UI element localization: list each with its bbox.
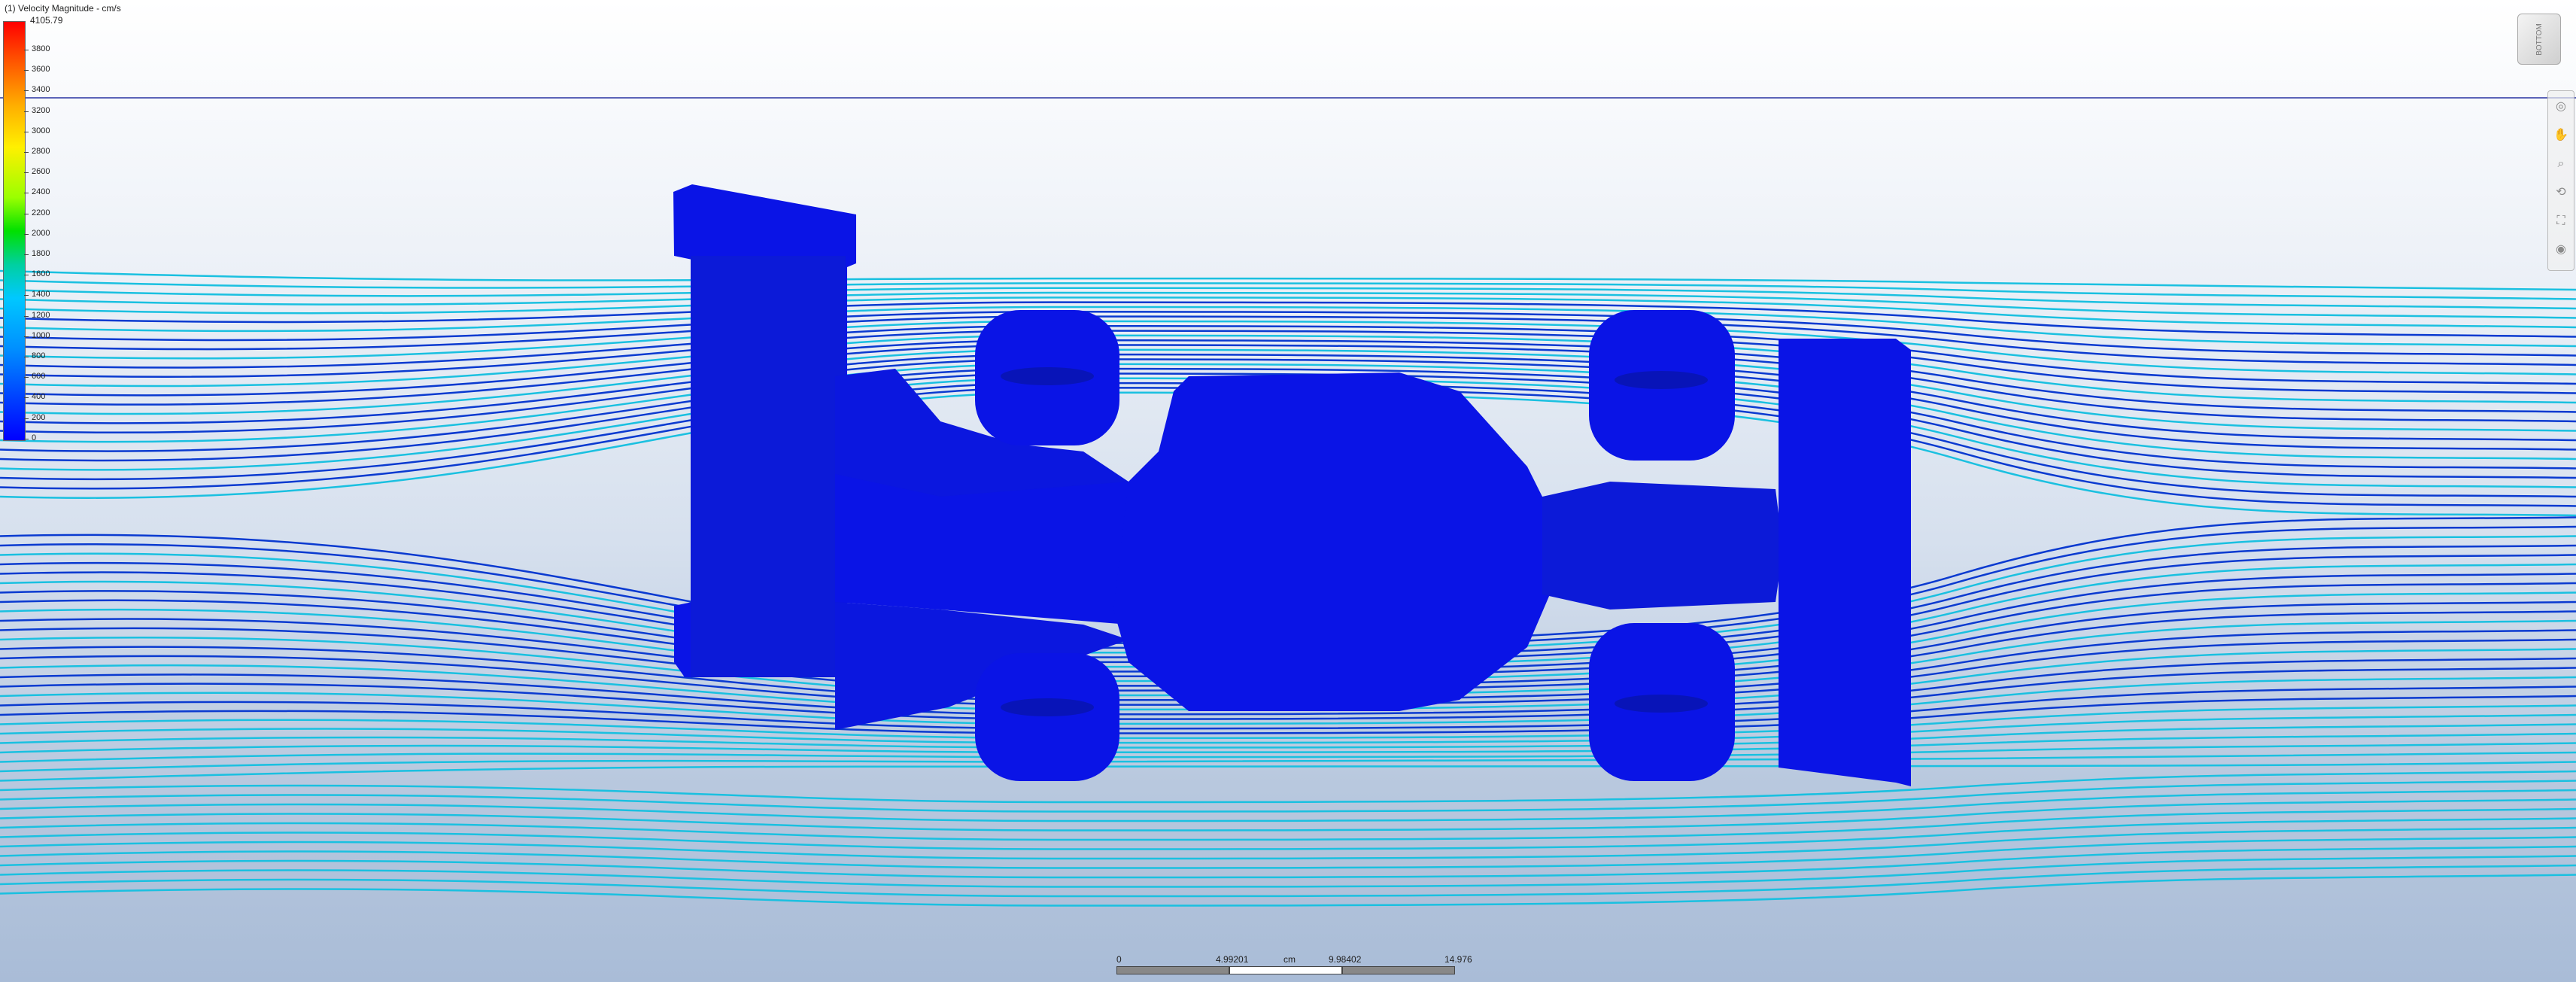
legend-tick-mark — [24, 418, 29, 419]
view-cube-face-label: BOTTOM — [2535, 23, 2544, 56]
front-right-wheel — [975, 653, 1119, 781]
fit-icon[interactable]: ⛶ — [2553, 213, 2569, 230]
legend-tick-label: 2800 — [32, 147, 50, 156]
legend-tick-label: 3800 — [32, 44, 50, 53]
legend-tick-label: 0 — [32, 433, 37, 442]
navigation-bar: ◎ ✋ ⌕ ⟲ ⛶ ◉ — [2547, 90, 2574, 271]
orbit-icon[interactable]: ⟲ — [2553, 184, 2569, 201]
view-cube-icon[interactable]: BOTTOM — [2517, 14, 2561, 65]
legend-tick-label: 1600 — [32, 269, 50, 279]
legend-tick-mark — [24, 233, 29, 235]
scale-bar: 0 4.99201 cm 9.98402 14.976 — [1116, 954, 1472, 977]
legend-tick-label: 800 — [32, 351, 46, 360]
legend-tick-label: 2400 — [32, 187, 50, 197]
legend-max-label: 4105.79 — [30, 15, 63, 26]
legend-tick-label: 3200 — [32, 105, 50, 115]
legend-tick-mark — [24, 172, 29, 174]
horizon-line — [0, 97, 2576, 99]
legend-tick-label: 600 — [32, 372, 46, 382]
legend-tick-mark — [24, 377, 29, 379]
scale-segment-1 — [1116, 966, 1229, 974]
front-wing-flap — [691, 256, 846, 677]
legend-tick-label: 200 — [32, 412, 46, 422]
legend-tick-label: 2200 — [32, 208, 50, 217]
rear-left-wheel — [1589, 310, 1735, 461]
scale-label-0: 0 — [1116, 954, 1122, 965]
car-model[interactable] — [673, 184, 1911, 786]
scale-unit: cm — [1283, 954, 1296, 965]
legend-tick-mark — [24, 295, 29, 296]
legend-tick-label: 3000 — [32, 126, 50, 135]
legend-tick-mark — [24, 152, 29, 153]
zoom-icon[interactable]: ⌕ — [2553, 156, 2569, 172]
legend-tick-label: 3400 — [32, 85, 50, 95]
streamline — [0, 751, 2576, 773]
scale-label-2: 9.98402 — [1329, 954, 1362, 965]
rear-right-wheel — [1589, 623, 1735, 781]
chassis — [1113, 372, 1550, 711]
legend-tick-label: 400 — [32, 392, 46, 402]
legend-tick-label: 3600 — [32, 65, 50, 74]
pan-icon[interactable]: ✋ — [2553, 127, 2569, 144]
legend-tick-mark — [24, 111, 29, 112]
simulation-scene — [0, 184, 2576, 907]
legend-tick-mark — [24, 70, 29, 71]
streamline — [0, 311, 2576, 357]
steering-wheel-icon[interactable]: ◎ — [2553, 99, 2569, 115]
legend-tick-label: 2000 — [32, 228, 50, 238]
cfd-viewport[interactable]: (1) Velocity Magnitude - cm/s 4105.79 38… — [0, 0, 2576, 982]
scale-segment-2 — [1229, 966, 1342, 974]
legend-tick-label: 1000 — [32, 330, 50, 340]
legend-tick-mark — [24, 315, 29, 317]
look-icon[interactable]: ◉ — [2553, 242, 2569, 258]
legend-title: (1) Velocity Magnitude - cm/s — [5, 3, 121, 14]
legend-tick-label: 2600 — [32, 167, 50, 177]
legend-tick-mark — [24, 254, 29, 255]
scale-segment-3 — [1342, 966, 1455, 974]
gearbox — [1542, 482, 1783, 610]
legend-tick-mark — [24, 397, 29, 399]
rear-wing — [1779, 339, 1911, 786]
legend-tick-label: 1400 — [32, 290, 50, 299]
scale-label-3: 14.976 — [1444, 954, 1472, 965]
scale-label-1: 4.99201 — [1216, 954, 1249, 965]
velocity-colorbar — [3, 21, 26, 441]
legend-tick-label: 1800 — [32, 249, 50, 258]
legend-tick-label: 1200 — [32, 310, 50, 320]
streamline — [0, 761, 2576, 782]
front-left-wheel — [975, 310, 1119, 445]
legend-tick-mark — [24, 336, 29, 337]
legend-tick-mark — [24, 90, 29, 92]
